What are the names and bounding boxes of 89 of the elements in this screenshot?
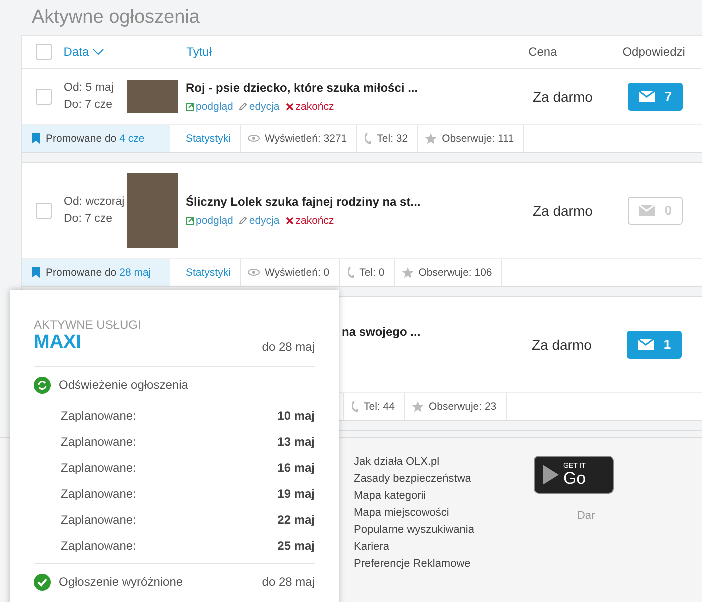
stat-text: Tel: 44 bbox=[344, 393, 405, 420]
row-checkbox[interactable] bbox=[36, 202, 52, 218]
stat-text: Wyświetleń: 3271 bbox=[240, 125, 358, 152]
until-text: do 28 maj bbox=[262, 340, 315, 354]
stat-text: Obserwuje: 106 bbox=[394, 259, 502, 286]
ad-title[interactable]: Roj - psie dziecko, które szuka miłości ... bbox=[186, 80, 533, 94]
end-link[interactable]: zakończ bbox=[286, 214, 334, 226]
footer-note: Dar bbox=[577, 510, 596, 522]
replies-button[interactable]: 1 bbox=[627, 330, 682, 358]
popover-heading: AKTYWNE USŁUGI bbox=[34, 318, 142, 332]
preview-link[interactable]: podgląd bbox=[186, 100, 234, 112]
price-text: Za darmo bbox=[533, 202, 594, 218]
stats-link[interactable]: Statystyki bbox=[170, 259, 241, 286]
schedule-label: Zaplanowane: bbox=[61, 461, 136, 475]
ad-title[interactable]: na swojego ... bbox=[342, 325, 532, 339]
date-text: Od: 5 maj bbox=[64, 82, 115, 94]
external-link-icon bbox=[186, 216, 194, 224]
phone-icon bbox=[346, 266, 355, 279]
column-header[interactable]: Data bbox=[64, 45, 187, 59]
schedule-date: 25 maj bbox=[278, 539, 315, 553]
date-text: Do: 7 cze bbox=[64, 213, 114, 225]
schedule-label: Zaplanowane: bbox=[61, 435, 136, 449]
stat-text: Wyświetleń: 0 bbox=[240, 259, 340, 286]
promo-date[interactable]: 28 maj bbox=[120, 266, 152, 278]
phone-icon bbox=[364, 132, 372, 145]
until-text: do 28 maj bbox=[262, 575, 315, 589]
pencil-icon bbox=[239, 216, 248, 224]
star-icon bbox=[402, 266, 414, 278]
column-header: Odpowiedzi bbox=[622, 45, 686, 59]
bookmark-icon bbox=[32, 133, 40, 144]
preview-link[interactable]: podgląd bbox=[186, 214, 234, 226]
play-icon bbox=[543, 465, 560, 485]
price-text: Za darmo bbox=[532, 336, 593, 352]
footer-link[interactable]: Mapa kategorii bbox=[354, 490, 474, 502]
footer-link[interactable]: Popularne wyszukiwania bbox=[354, 524, 474, 536]
schedule-date: 16 maj bbox=[278, 461, 315, 475]
footer-link[interactable]: Zasady bezpieczeństwa bbox=[354, 473, 474, 485]
close-icon bbox=[286, 102, 294, 110]
phone-icon bbox=[351, 400, 359, 413]
footer-link[interactable]: Mapa miejscowości bbox=[354, 507, 474, 519]
service-name: Odświeżenie ogłoszenia bbox=[59, 378, 190, 392]
eye-icon bbox=[248, 135, 260, 142]
stat-text: Obserwuje: 111 bbox=[418, 125, 524, 152]
ad-title[interactable]: Śliczny Lolek szuka fajnej rodziny na st... bbox=[186, 194, 533, 208]
footer-link[interactable]: Kariera bbox=[354, 541, 474, 553]
schedule-label: Zaplanowane: bbox=[61, 409, 136, 423]
star-icon bbox=[412, 400, 424, 412]
package-name: MAXI bbox=[34, 332, 82, 354]
promo-date[interactable]: 4 cze bbox=[120, 132, 145, 144]
row-checkbox[interactable] bbox=[36, 88, 52, 104]
eye-icon bbox=[248, 269, 260, 276]
promo-text: Promowane do bbox=[46, 132, 117, 144]
replies-button[interactable]: 7 bbox=[628, 82, 683, 110]
edit-link[interactable]: edycja bbox=[239, 100, 280, 112]
refresh-icon bbox=[34, 376, 51, 394]
schedule-date: 13 maj bbox=[278, 435, 315, 449]
stat-text: Tel: 32 bbox=[357, 125, 418, 152]
envelope-icon bbox=[638, 339, 654, 350]
schedule-label: Zaplanowane: bbox=[61, 539, 136, 553]
select-all-checkbox[interactable] bbox=[36, 44, 52, 60]
edit-link[interactable]: edycja bbox=[239, 214, 280, 226]
stats-link[interactable]: Statystyki bbox=[170, 125, 241, 152]
close-icon bbox=[286, 216, 294, 224]
promo-text: Promowane do bbox=[46, 266, 117, 278]
column-header: Cena bbox=[528, 45, 558, 59]
chevron-down-icon bbox=[93, 49, 104, 55]
end-link[interactable]: zakończ bbox=[286, 100, 334, 112]
schedule-label: Zaplanowane: bbox=[61, 487, 136, 501]
date-text: Do: 7 cze bbox=[64, 99, 114, 111]
schedule-date: 22 maj bbox=[278, 513, 315, 527]
column-header[interactable]: Tytuł bbox=[186, 45, 529, 59]
check-icon bbox=[34, 574, 51, 590]
page-title: Aktywne ogłoszenia bbox=[32, 6, 200, 28]
pencil-icon bbox=[239, 102, 248, 110]
price-text: Za darmo bbox=[533, 88, 594, 104]
stat-text: Tel: 0 bbox=[340, 259, 395, 286]
footer-link[interactable]: Preferencje Reklamowe bbox=[354, 558, 474, 570]
stat-text: Obserwuje: 23 bbox=[404, 393, 507, 420]
schedule-label: Zaplanowane: bbox=[61, 513, 136, 527]
envelope-icon bbox=[638, 91, 655, 102]
schedule-date: 19 maj bbox=[278, 487, 315, 501]
star-icon bbox=[425, 132, 438, 144]
bookmark-icon bbox=[32, 267, 40, 278]
service-name: Ogłoszenie wyróżnione bbox=[59, 575, 184, 589]
external-link-icon bbox=[186, 102, 194, 110]
footer-link[interactable]: Jak działa OLX.pl bbox=[354, 456, 474, 468]
schedule-date: 10 maj bbox=[278, 409, 315, 423]
date-text: Od: wczoraj bbox=[64, 196, 126, 208]
envelope-icon bbox=[638, 205, 655, 216]
